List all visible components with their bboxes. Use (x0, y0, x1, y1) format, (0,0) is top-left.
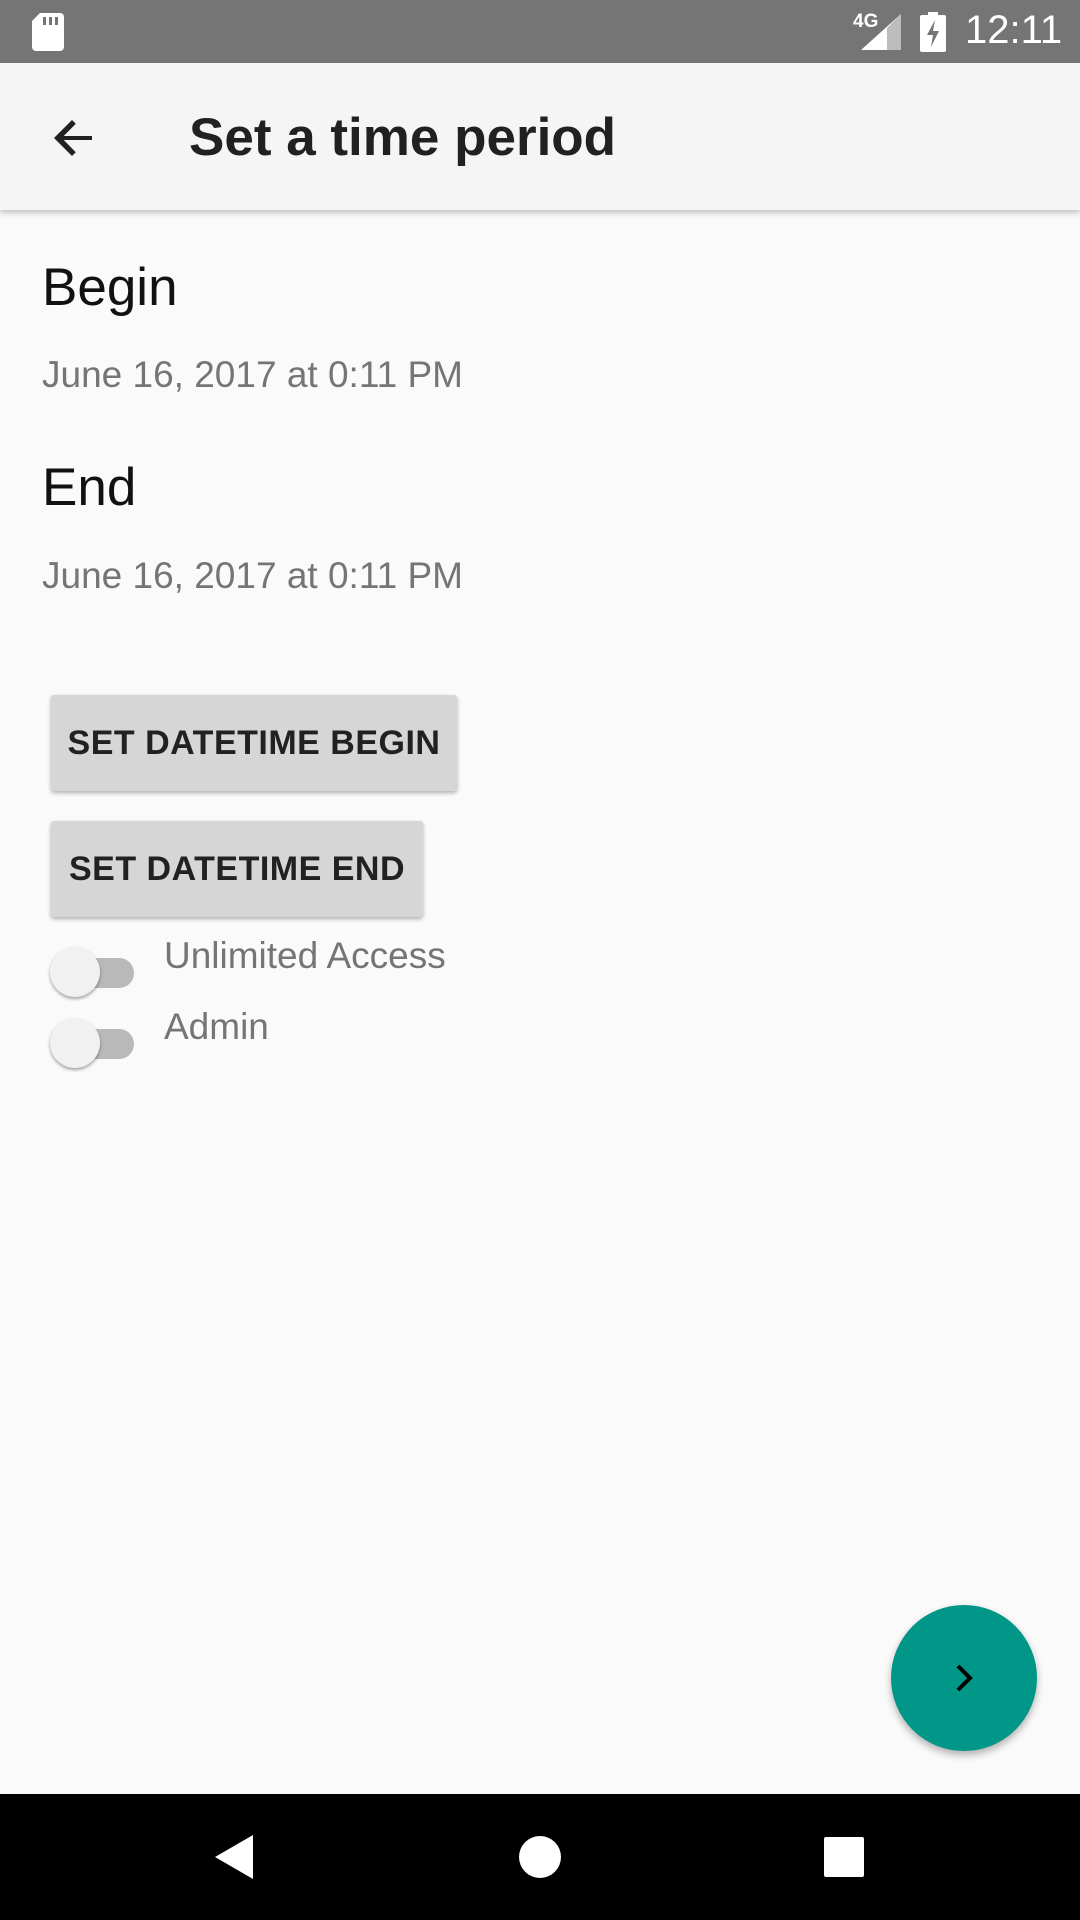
screen: 4G 12:11 Set a time period Begin June 16… (0, 0, 1080, 1920)
signal-icon (861, 14, 901, 50)
unlimited-access-switch[interactable]: Unlimited Access (50, 935, 550, 997)
end-heading: End (42, 458, 137, 517)
next-fab-button[interactable] (891, 1605, 1037, 1751)
back-button[interactable] (36, 100, 112, 176)
battery-charging-icon (920, 12, 946, 52)
set-datetime-end-button[interactable]: SET DATETIME END (51, 821, 423, 917)
page-title: Set a time period (189, 108, 617, 167)
unlimited-access-label: Unlimited Access (164, 935, 446, 976)
nav-recents-icon (824, 1837, 864, 1877)
app-bar: Set a time period (0, 63, 1080, 210)
admin-label: Admin (164, 1006, 269, 1047)
begin-datetime-value: June 16, 2017 at 0:11 PM (42, 354, 464, 395)
status-bar: 4G 12:11 (0, 0, 1080, 63)
chevron-right-icon (956, 1664, 973, 1692)
system-navigation-bar (0, 1794, 1080, 1920)
status-clock: 12:11 (965, 8, 1063, 52)
nav-home-icon (519, 1836, 561, 1878)
admin-switch[interactable]: Admin (50, 1006, 550, 1068)
nav-recents-button[interactable] (809, 1822, 879, 1892)
switch-thumb (50, 1018, 100, 1068)
nav-back-icon (215, 1835, 253, 1879)
sd-card-icon (32, 13, 64, 51)
begin-heading: Begin (42, 258, 178, 317)
arrow-back-icon (54, 120, 92, 156)
set-datetime-begin-button[interactable]: SET DATETIME BEGIN (51, 695, 457, 791)
end-datetime-value: June 16, 2017 at 0:11 PM (42, 555, 464, 596)
nav-home-button[interactable] (505, 1822, 575, 1892)
nav-back-button[interactable] (200, 1822, 270, 1892)
switch-thumb (50, 947, 100, 997)
